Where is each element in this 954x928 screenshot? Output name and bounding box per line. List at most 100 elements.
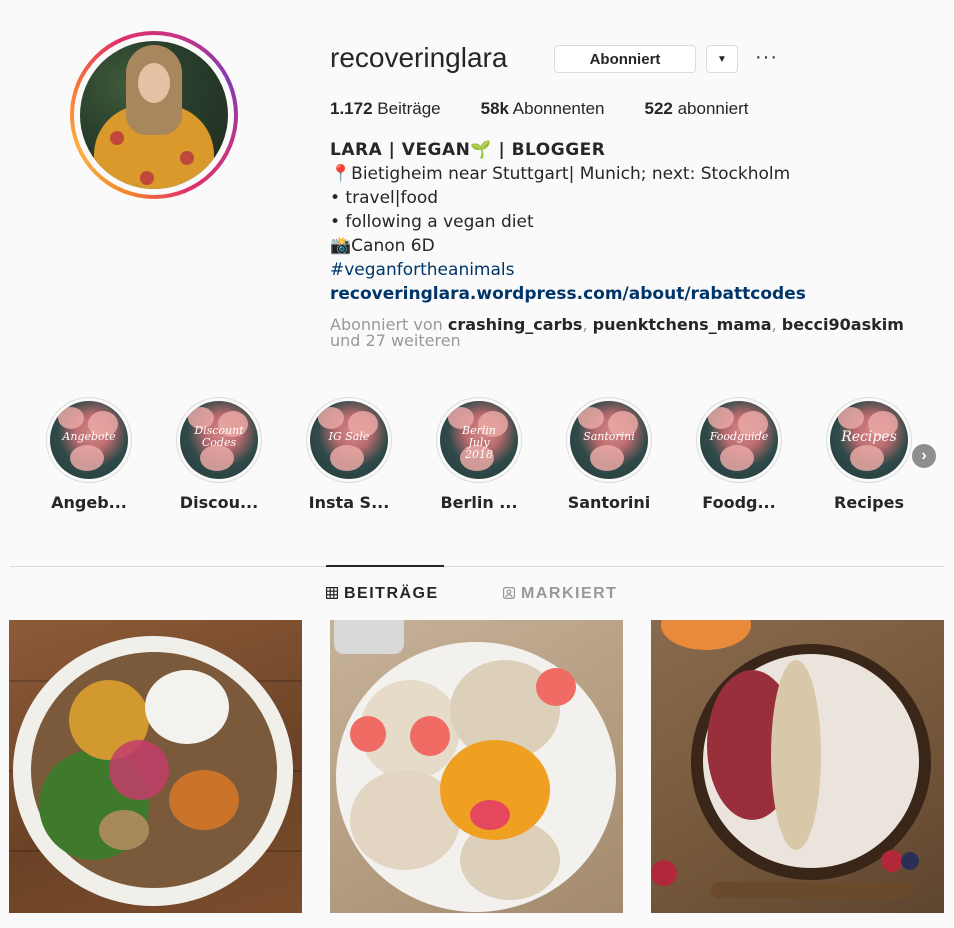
cover-flower (708, 407, 734, 429)
avatar[interactable] (80, 41, 228, 189)
followers-count: 58k (480, 99, 509, 118)
highlight-cover-text: Angebote (62, 430, 116, 443)
highlight-cover: Discount Codes (180, 401, 258, 479)
tab-tagged[interactable]: MARKIERT (503, 585, 617, 603)
food-sauce (109, 740, 169, 800)
cover-flower (578, 407, 604, 429)
highlight-ring: Recipes (826, 397, 912, 483)
posts-stat: 1.172 Beiträge (330, 99, 441, 119)
cover-flower (838, 407, 864, 429)
food-raspberry (651, 860, 677, 886)
highlight-label: Berlin ... (440, 493, 518, 512)
cover-flower (58, 407, 84, 429)
following-button[interactable]: Abonniert (554, 45, 696, 73)
story-highlight[interactable]: Angebote Angeb... (34, 397, 144, 512)
followed-by-separator: , (582, 315, 593, 334)
following-count: 522 (644, 99, 673, 118)
cover-flower (590, 445, 624, 471)
story-highlight[interactable]: IG Sale Insta S... (294, 397, 404, 512)
followers-label: Abonnenten (512, 99, 605, 118)
post-thumbnail[interactable] (330, 620, 623, 913)
profile-avatar-story-ring[interactable] (70, 31, 238, 199)
tab-tagged-label: MARKIERT (521, 585, 618, 602)
highlight-cover-text: Berlin July 2018 (462, 424, 496, 461)
highlight-label: Santorini (567, 493, 651, 512)
highlight-cover: Berlin July 2018 (440, 401, 518, 479)
avatar-flower (110, 131, 124, 145)
bio-website-link[interactable]: recoveringlara.wordpress.com/about/rabat… (330, 282, 806, 306)
cover-flower (318, 407, 344, 429)
food-popcorn (771, 660, 821, 850)
profile-stats: 1.172 Beiträge 58k Abonnenten 522 abonni… (330, 99, 748, 119)
highlight-cover-text: IG Sale (328, 430, 370, 443)
tagged-person-icon (503, 586, 516, 602)
cover-flower (330, 445, 364, 471)
highlight-ring: Foodguide (696, 397, 782, 483)
bio-line: • following a vegan diet (330, 212, 534, 232)
highlight-cover-text: Santorini (583, 430, 635, 443)
highlight-ring: Santorini (566, 397, 652, 483)
tabs-divider (10, 566, 944, 567)
highlight-ring: IG Sale (306, 397, 392, 483)
followed-by-suffix: und 27 weiteren (330, 331, 461, 350)
highlight-cover: Recipes (830, 401, 908, 479)
cover-flower (850, 445, 884, 471)
story-highlight[interactable]: Discount Codes Discou... (164, 397, 274, 512)
bio-camera: 📸Canon 6D (330, 236, 435, 256)
profile-full-name: LARA | VEGAN🌱 | BLOGGER (330, 140, 606, 160)
food-papaya (661, 620, 751, 650)
followed-by-user: puenktchens_mama (592, 315, 772, 334)
highlight-label: Insta S... (308, 493, 390, 512)
followed-by-text[interactable]: Abonniert von crashing_carbs, puenktchen… (330, 317, 930, 349)
bio-hashtag-link[interactable]: #veganfortheanimals (330, 258, 806, 282)
more-options-icon[interactable]: ··· (755, 46, 778, 69)
active-tab-indicator (326, 565, 444, 567)
highlight-label: Angeb... (51, 493, 127, 512)
food-jar (334, 620, 404, 654)
profile-bio: LARA | VEGAN🌱 | BLOGGER 📍Bietigheim near… (330, 138, 806, 306)
wooden-spoon (711, 882, 911, 898)
highlight-cover-text: Foodguide (709, 430, 769, 443)
food-lentils (99, 810, 149, 850)
food-watermelon (350, 716, 386, 752)
food-watermelon (470, 800, 510, 830)
bio-line: • travel|food (330, 188, 439, 208)
highlight-label: Discou... (179, 493, 259, 512)
tab-posts-label: BEITRÄGE (344, 585, 439, 602)
avatar-gap (74, 35, 234, 195)
story-highlight[interactable]: Berlin July 2018 Berlin ... (424, 397, 534, 512)
suggestions-dropdown-button[interactable]: ▼ (706, 45, 738, 73)
grid-icon (326, 586, 339, 602)
posts-count: 1.172 (330, 99, 373, 118)
story-highlight[interactable]: Recipes Recipes (814, 397, 924, 512)
followers-stat[interactable]: 58k Abonnenten (481, 99, 605, 119)
followed-by-user: becci90askim (781, 315, 904, 334)
story-highlight[interactable]: Foodguide Foodg... (684, 397, 794, 512)
story-highlight[interactable]: Santorini Santorini (554, 397, 664, 512)
chevron-right-icon: › (921, 447, 927, 464)
post-thumbnail[interactable] (651, 620, 944, 913)
avatar-face (138, 63, 170, 103)
highlight-cover-text: Recipes (841, 429, 897, 445)
highlight-cover: IG Sale (310, 401, 388, 479)
highlight-ring: Discount Codes (176, 397, 262, 483)
highlight-label: Recipes (834, 493, 904, 512)
avatar-flower (180, 151, 194, 165)
food-item (169, 770, 239, 830)
cover-flower (720, 445, 754, 471)
followed-by-user: crashing_carbs (447, 315, 583, 334)
posts-label: Beiträge (377, 99, 441, 118)
cover-flower (70, 445, 104, 471)
followed-by-separator: , (771, 315, 782, 334)
following-label: abonniert (677, 99, 749, 118)
food-watermelon (410, 716, 450, 756)
highlight-ring: Angebote (46, 397, 132, 483)
following-stat[interactable]: 522 abonniert (644, 99, 748, 119)
caret-down-icon: ▼ (717, 53, 727, 65)
highlight-ring: Berlin July 2018 (436, 397, 522, 483)
highlights-next-button[interactable]: › (912, 444, 936, 468)
post-thumbnail[interactable] (9, 620, 302, 913)
highlight-cover: Angebote (50, 401, 128, 479)
tab-posts[interactable]: BEITRÄGE (326, 585, 439, 603)
profile-username: recoveringlara (330, 42, 508, 73)
